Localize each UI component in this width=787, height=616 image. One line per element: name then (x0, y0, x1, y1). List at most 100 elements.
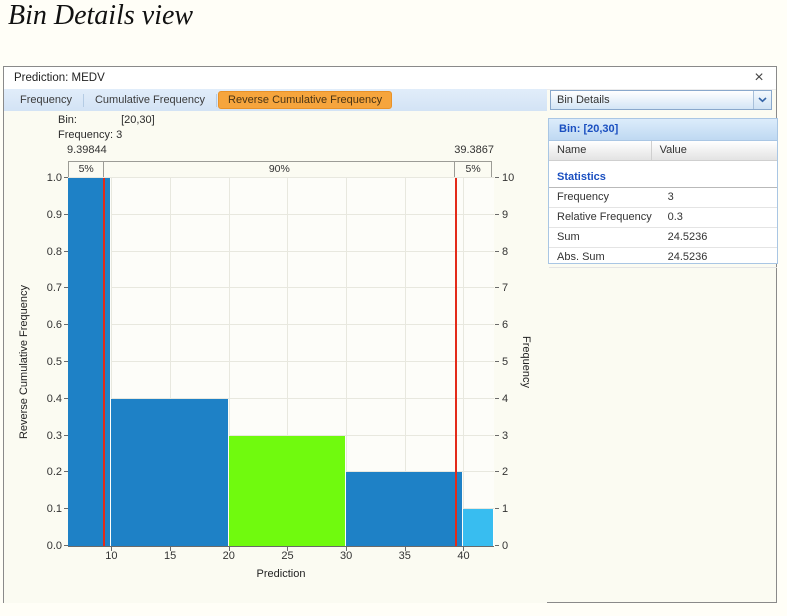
x-tick-label: 35 (398, 550, 411, 562)
tab-separator (216, 93, 218, 107)
x-tick-label: 15 (163, 550, 177, 562)
bin-value: [20,30] (121, 114, 155, 126)
frequency-value: 3 (116, 129, 123, 141)
x-axis-tick-labels: 10 15 20 25 30 35 40 (68, 550, 494, 564)
right-tick-label: 9 (502, 208, 509, 221)
right-axis-tick (495, 545, 499, 546)
left-axis-tick-labels: 0.0 0.1 0.2 0.3 0.4 0.5 0.6 0.7 0.8 0.9 1.0 (30, 172, 62, 552)
right-axis-tick (495, 324, 499, 326)
tab-cumulative-frequency[interactable]: Cumulative Frequency (85, 89, 215, 111)
stat-name: Relative Frequency (557, 211, 652, 223)
dropdown-value: Bin Details (557, 94, 610, 106)
left-tick-label: 0.3 (46, 429, 62, 442)
stat-name: Frequency (557, 191, 609, 203)
horizontal-gridline (68, 177, 494, 178)
right-tick-label: 5 (502, 356, 509, 368)
histogram-bar[interactable] (463, 509, 494, 546)
histogram-bar[interactable] (111, 398, 229, 546)
left-axis-title: Reverse Cumulative Frequency (18, 284, 30, 440)
stat-name: Sum (557, 231, 580, 243)
right-axis-tick (495, 287, 499, 289)
x-axis-title: Prediction (256, 568, 306, 580)
window-title: Prediction: MEDV (14, 72, 105, 84)
x-tick-label: 20 (222, 550, 235, 562)
plot-area (64, 177, 499, 551)
percentile-band-cell: 90% (103, 161, 456, 178)
stat-name: Abs. Sum (557, 251, 605, 263)
left-tick-label: 0.1 (46, 503, 62, 516)
left-tick-label: 0.0 (46, 540, 62, 552)
x-tick-label: 25 (281, 550, 294, 562)
percentile-band-cell: 5% (454, 161, 492, 178)
percentile-marker-line (455, 178, 458, 546)
right-axis-tick (495, 250, 499, 252)
column-name-header: Name (549, 141, 652, 160)
left-tick-label: 0.6 (46, 319, 62, 332)
stat-value: 3 (667, 191, 674, 203)
horizontal-gridline (68, 287, 494, 289)
left-tick-label: 0.8 (46, 245, 62, 258)
bin-details-panel: Bin: [20,30] Name Value Statistics Frequ… (548, 118, 778, 268)
horizontal-gridline (68, 250, 494, 252)
right-tick-label: 8 (502, 245, 509, 258)
x-tick-label: 30 (340, 550, 353, 562)
bin-label: Bin: (58, 114, 77, 126)
right-tick-label: 4 (502, 392, 509, 405)
bin-details-dropdown[interactable]: Bin Details (550, 90, 772, 110)
right-axis-tick (495, 434, 499, 436)
right-axis-title: Frequency (520, 336, 532, 388)
right-axis-tick (495, 177, 499, 178)
chart-pane: Bin: [20,30] Frequency: 3 9.39844 39.386… (4, 111, 547, 603)
tab-separator (82, 93, 84, 107)
table-row: Sum 24.5236 (549, 228, 777, 248)
chevron-down-icon[interactable] (753, 91, 771, 109)
tab-reverse-cumulative-frequency[interactable]: Reverse Cumulative Frequency (218, 91, 393, 109)
left-tick-label: 0.4 (46, 392, 62, 405)
horizontal-gridline (68, 361, 494, 362)
left-tick-label: 0.5 (46, 356, 62, 368)
right-axis-tick (495, 471, 499, 473)
page-title: Bin Details view (8, 0, 194, 31)
right-tick-label: 7 (502, 282, 509, 295)
left-tick-label: 0.7 (46, 282, 62, 295)
left-tick-label: 1.0 (46, 172, 62, 184)
right-tick-label: 3 (502, 429, 509, 442)
table-row: Relative Frequency 0.3 (549, 208, 777, 228)
prediction-window: Prediction: MEDV × Frequency Cumulative F… (3, 66, 778, 603)
x-tick-label: 40 (457, 550, 470, 562)
selected-bin-info: Bin: [20,30] (58, 114, 155, 126)
percentile-band-cell: 5% (68, 161, 105, 178)
table-column-header: Name Value (549, 141, 777, 161)
statistics-section-header: Statistics (549, 168, 777, 188)
right-axis-tick (495, 361, 499, 362)
right-tick-label: 1 (502, 503, 509, 516)
window-titlebar: Prediction: MEDV × (4, 67, 776, 90)
x-tick-label: 10 (105, 550, 118, 562)
table-row: Frequency 3 (549, 188, 777, 208)
panel-header: Bin: [20,30] (549, 119, 777, 141)
stat-value: 24.5236 (667, 251, 708, 263)
right-axis-tick (495, 508, 499, 510)
percentile-low-label: 9.39844 (67, 144, 107, 156)
percentile-band: 5% 90% 5% (68, 161, 494, 178)
close-icon[interactable]: × (750, 68, 768, 88)
tab-frequency[interactable]: Frequency (10, 89, 82, 111)
left-tick-label: 0.9 (46, 208, 62, 221)
selected-bin-frequency: Frequency: 3 (58, 129, 122, 141)
left-tick-label: 0.2 (46, 466, 62, 479)
right-tick-label: 10 (502, 172, 515, 184)
stat-value: 24.5236 (667, 231, 708, 243)
table-row: Abs. Sum 24.5236 (549, 248, 777, 268)
histogram-bar[interactable] (346, 472, 464, 546)
percentile-marker-line (103, 178, 106, 546)
horizontal-gridline (68, 213, 494, 215)
stat-value: 0.3 (667, 211, 683, 223)
right-tick-label: 0 (502, 540, 509, 552)
histogram-bar-selected[interactable] (228, 435, 347, 546)
right-tick-label: 6 (502, 319, 509, 332)
tab-bar: Frequency Cumulative Frequency Reverse Cum… (4, 89, 547, 111)
column-value-header: Value (659, 144, 687, 156)
percentile-high-label: 39.3867 (454, 144, 494, 156)
frequency-label: Frequency: (58, 129, 114, 141)
horizontal-gridline (68, 324, 494, 326)
